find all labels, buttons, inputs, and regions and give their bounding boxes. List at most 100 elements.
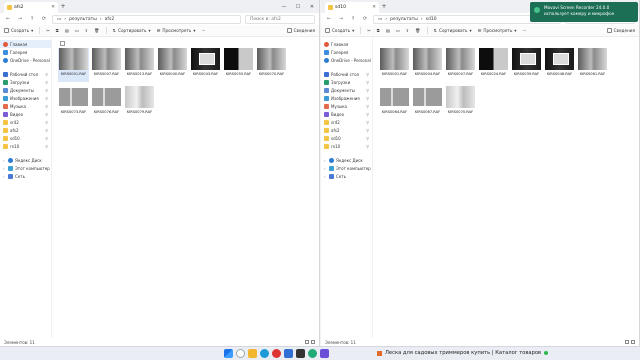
up-icon[interactable]: ↑ <box>349 16 357 22</box>
sidebar-item[interactable]: rn10 ⚲ <box>321 142 372 150</box>
screen-recorder-icon[interactable] <box>308 349 317 358</box>
sidebar-item[interactable]: Изображения ⚲ <box>321 94 372 102</box>
chevron-right-icon[interactable]: › <box>3 166 6 171</box>
forward-icon[interactable]: → <box>337 16 345 22</box>
chevron-right-icon[interactable]: › <box>324 166 327 171</box>
file-item[interactable]: KIRS0043.RAF <box>190 48 221 82</box>
file-item[interactable]: KIRS0024.RAF <box>478 48 509 82</box>
list-view-icon[interactable] <box>305 340 309 344</box>
close-icon[interactable]: ✕ <box>51 5 55 10</box>
file-item[interactable]: KIRS0007.RAF <box>91 48 122 82</box>
new-tab-icon[interactable]: + <box>58 3 68 10</box>
sort-button[interactable]: ⇅ Сортировать ▾ <box>434 28 472 33</box>
breadcrumb-item[interactable]: afs2 <box>105 17 115 22</box>
sidebar-item[interactable]: sd10 ⚲ <box>0 134 51 142</box>
back-icon[interactable]: ← <box>325 16 333 22</box>
chevron-right-icon[interactable]: › <box>324 174 327 179</box>
details-button[interactable]: Сведения <box>606 28 635 33</box>
refresh-icon[interactable]: ⟳ <box>361 16 369 22</box>
file-item[interactable]: KIRS0004.RAF <box>412 48 443 82</box>
view-button[interactable]: ☰ Просмотреть ▾ <box>157 28 196 33</box>
file-item[interactable]: KIRS0076.RAF <box>91 86 122 120</box>
breadcrumb-item[interactable]: sd10 <box>426 17 437 22</box>
view-button[interactable]: ☰ Просмотреть ▾ <box>478 28 517 33</box>
sidebar-item[interactable]: sr42 ⚲ <box>321 118 372 126</box>
cut-icon[interactable]: ✂ <box>367 28 371 33</box>
search-icon[interactable] <box>236 349 245 358</box>
sort-button[interactable]: ⇅ Сортировать ▾ <box>113 28 151 33</box>
sidebar-item[interactable]: Загрузки ⚲ <box>0 78 51 86</box>
file-item[interactable]: KIRS0079.RAF <box>124 86 155 120</box>
more-icon[interactable]: ··· <box>522 28 526 33</box>
file-item[interactable]: KIRS0039.RAF <box>511 48 542 82</box>
browser-icon[interactable] <box>260 349 269 358</box>
file-item[interactable]: KIRS0040.RAF <box>157 48 188 82</box>
file-item[interactable]: KIRS0070.RAF <box>256 48 287 82</box>
copy-icon[interactable]: ⧉ <box>377 28 380 33</box>
sidebar-item[interactable]: Видео ⚲ <box>0 110 51 118</box>
refresh-icon[interactable]: ⟳ <box>40 16 48 22</box>
file-explorer-icon[interactable] <box>248 349 257 358</box>
grid-view-icon[interactable] <box>311 340 315 344</box>
sidebar-item[interactable]: Галерея <box>0 48 51 56</box>
sidebar-item[interactable]: Главная <box>321 40 372 48</box>
details-button[interactable]: Сведения <box>286 28 315 33</box>
sidebar-item[interactable]: OneDrive - Personal <box>321 56 372 64</box>
sidebar-item[interactable]: Загрузки ⚲ <box>321 78 372 86</box>
rename-icon[interactable]: ▭ <box>75 28 79 33</box>
tab-sd10[interactable]: sd10 ✕ <box>325 2 379 13</box>
file-item[interactable]: KIRS0067.RAF <box>412 86 443 120</box>
grid-view-icon[interactable] <box>631 340 635 344</box>
news-widget[interactable]: Леска для садовых триммеров купить | Кат… <box>377 350 549 356</box>
chevron-right-icon[interactable]: › <box>3 158 6 163</box>
file-item[interactable]: KIRS0013.RAF <box>124 48 155 82</box>
close-icon[interactable]: ✕ <box>372 5 376 10</box>
chevron-right-icon[interactable]: › <box>324 158 327 163</box>
select-all-checkbox[interactable] <box>60 41 65 46</box>
sidebar-item[interactable]: Музыка ⚲ <box>321 102 372 110</box>
sidebar-item[interactable]: › Яндекс Диск <box>321 156 372 164</box>
more-icon[interactable]: ··· <box>201 28 205 33</box>
breadcrumb[interactable]: ▭ › результаты › afs2 <box>52 14 241 24</box>
sidebar-item[interactable]: Документы ⚲ <box>321 86 372 94</box>
sidebar-item[interactable]: Главная <box>0 40 51 48</box>
up-icon[interactable]: ↑ <box>28 16 36 22</box>
sidebar-item[interactable]: Рабочий стол ⚲ <box>321 70 372 78</box>
new-tab-icon[interactable]: + <box>379 3 389 10</box>
app-icon[interactable] <box>320 349 329 358</box>
breadcrumb-item[interactable]: результаты <box>390 17 418 22</box>
file-item[interactable]: KIRS0073.RAF <box>58 86 89 120</box>
yandex-browser-icon[interactable] <box>272 349 281 358</box>
notification-toast[interactable]: Movavi Screen Recorder 24.0.0 использует… <box>530 2 638 22</box>
sidebar-item[interactable]: Изображения ⚲ <box>0 94 51 102</box>
sidebar-item[interactable]: › Сеть <box>0 172 51 180</box>
store-icon[interactable] <box>284 349 293 358</box>
file-item[interactable]: KIRS0070.RAF <box>445 86 476 120</box>
breadcrumb-item[interactable]: результаты <box>69 17 97 22</box>
file-item[interactable]: KIRS0061.RAF <box>577 48 608 82</box>
file-item[interactable]: KIRS0001.RAF <box>379 48 410 82</box>
list-view-icon[interactable] <box>625 340 629 344</box>
sidebar-item[interactable]: OneDrive - Personal <box>0 56 51 64</box>
tab-afs2[interactable]: afs2 ✕ <box>4 2 58 13</box>
create-button[interactable]: Создать ▾ <box>4 28 33 33</box>
sidebar-item[interactable]: Документы ⚲ <box>0 86 51 94</box>
share-icon[interactable]: ⇪ <box>85 28 89 33</box>
sidebar-item[interactable]: › Этот компьютер <box>0 164 51 172</box>
sidebar-item[interactable]: afs2 ⚲ <box>321 126 372 134</box>
close-window-icon[interactable]: ✕ <box>305 4 319 10</box>
sidebar-item[interactable]: › Яндекс Диск <box>0 156 51 164</box>
minimize-icon[interactable]: — <box>277 4 291 10</box>
sidebar-item[interactable]: sd10 ⚲ <box>321 134 372 142</box>
delete-icon[interactable]: 🗑 <box>94 28 99 34</box>
file-item[interactable]: KIRS0055.RAF <box>223 48 254 82</box>
file-item[interactable]: KIRS0007.RAF <box>445 48 476 82</box>
sidebar-item[interactable]: Музыка ⚲ <box>0 102 51 110</box>
file-item[interactable]: KIRS0064.RAF <box>379 86 410 120</box>
search-input[interactable]: Поиск в: afs2 <box>245 14 315 24</box>
sidebar-item[interactable]: Рабочий стол ⚲ <box>0 70 51 78</box>
create-button[interactable]: Создать ▾ <box>325 28 354 33</box>
back-icon[interactable]: ← <box>4 16 12 22</box>
sidebar-item[interactable]: Видео ⚲ <box>321 110 372 118</box>
start-icon[interactable] <box>224 349 233 358</box>
